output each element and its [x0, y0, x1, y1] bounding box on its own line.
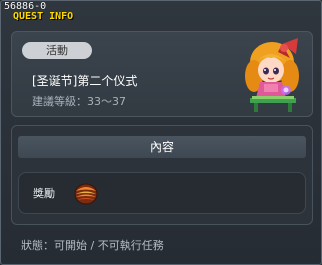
quest-summary-panel: 活動 [圣诞节]第二个仪式 建議等級：33～37: [11, 31, 313, 117]
quest-status: 狀態：可開始 / 不可執行任務: [21, 239, 164, 252]
quest-info-window: 56886-0 QUEST INFO 活動 [圣诞节]第二个仪式 建議等級：33…: [0, 0, 322, 265]
reward-box: 獎勵: [18, 172, 306, 214]
content-panel: 內容 獎勵: [11, 125, 313, 225]
npc-portrait: [245, 38, 299, 112]
recommended-level: 建議等級：33～37: [32, 95, 126, 108]
category-badge: 活動: [22, 42, 92, 59]
quest-name: [圣诞节]第二个仪式: [32, 74, 138, 88]
reward-label: 獎勵: [33, 187, 55, 200]
content-header: 內容: [18, 136, 306, 158]
window-title: QUEST INFO: [13, 11, 74, 22]
reward-item-icon[interactable]: [73, 181, 99, 207]
